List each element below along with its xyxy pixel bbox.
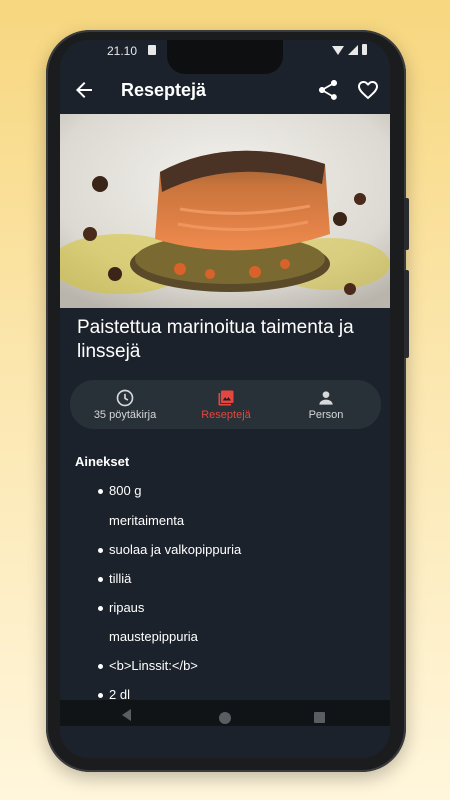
clock-icon (116, 389, 134, 407)
ingredient-line: maustepippuria (109, 629, 198, 644)
ingredient-line: tilliä (109, 571, 132, 586)
system-nav-bar (60, 700, 390, 726)
bullet-icon (98, 693, 103, 698)
recipe-title: Paistettua marinoitua taimenta ja linsse… (77, 317, 354, 362)
bullet-icon (98, 606, 103, 611)
ingredient-line: meritaimenta (109, 513, 185, 528)
nav-recents-icon[interactable] (314, 712, 325, 723)
ingredient-line: 800 g (109, 483, 142, 498)
tab-time-label: 35 pöytäkirja (93, 409, 157, 421)
power-button (404, 198, 409, 250)
share-icon[interactable] (316, 78, 340, 102)
heart-outline-icon[interactable] (356, 78, 380, 102)
ingredient-line: <b>Linssit:</b> (109, 658, 198, 673)
wifi-icon (332, 46, 344, 55)
sim-icon (148, 45, 156, 55)
notch (167, 40, 283, 74)
nav-back-icon[interactable] (122, 709, 131, 721)
battery-icon (362, 44, 367, 55)
volume-button (404, 270, 409, 358)
bullet-icon (98, 489, 103, 494)
ingredient-line: suolaa ja valkopippuria (109, 542, 242, 557)
recipe-image (60, 114, 390, 308)
tab-recipes-label: Reseptejä (201, 409, 251, 421)
tab-recipes[interactable]: Reseptejä (174, 380, 278, 429)
screen: 21.10 Reseptejä Paistettua marinoitua ta… (60, 40, 390, 758)
tab-time[interactable]: 35 pöytäkirja (73, 380, 177, 429)
status-time: 21.10 (107, 44, 138, 58)
bullet-icon (98, 664, 103, 669)
nav-home-icon[interactable] (219, 712, 231, 724)
bullet-icon (98, 577, 103, 582)
app-bar: Reseptejä (60, 72, 390, 112)
page-title: Reseptejä (121, 80, 207, 100)
ingredient-line: ripaus (109, 600, 145, 615)
tab-bar: 35 pöytäkirja Reseptejä Person (70, 380, 381, 429)
signal-icon (348, 45, 358, 55)
bullet-icon (98, 548, 103, 553)
tab-person[interactable]: Person (274, 380, 378, 429)
ingredients-heading: Ainekset (75, 454, 130, 469)
tab-person-label: Person (308, 409, 344, 421)
photo-icon (218, 390, 234, 406)
arrow-back-icon[interactable] (72, 78, 96, 102)
person-icon (319, 391, 333, 405)
